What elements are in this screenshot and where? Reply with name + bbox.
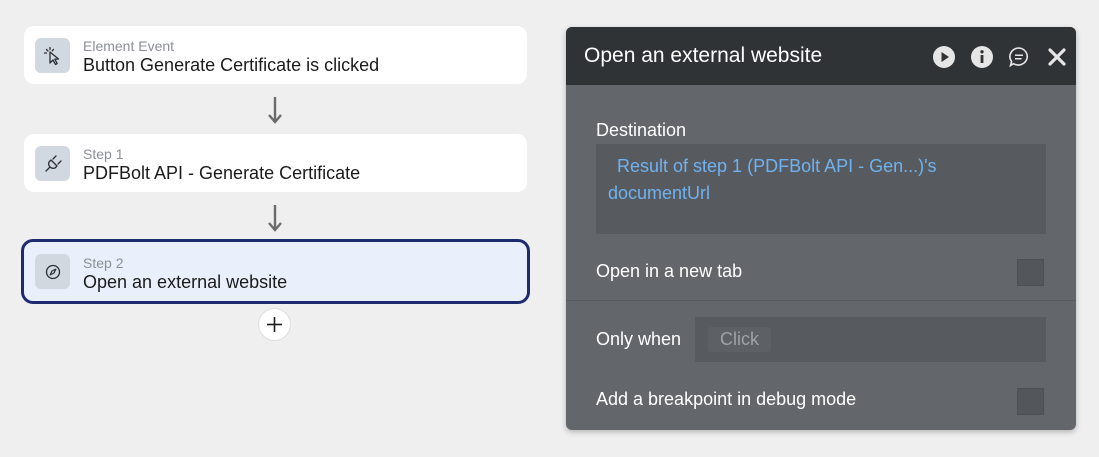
arrow-down-icon bbox=[268, 205, 282, 232]
only-when-label: Only when bbox=[596, 329, 682, 349]
comment-icon[interactable] bbox=[1007, 45, 1031, 69]
panel-title: Open an external website bbox=[584, 44, 823, 67]
destination-expression-line-2: documentUrl bbox=[608, 183, 711, 203]
info-icon[interactable] bbox=[970, 45, 994, 69]
step-2-subtitle: Step 2 bbox=[83, 255, 124, 271]
play-icon[interactable] bbox=[932, 45, 956, 69]
add-step-button[interactable] bbox=[258, 308, 291, 341]
destination-expression-field[interactable]: Result of step 1 (PDFBolt API - Gen...)'… bbox=[596, 144, 1046, 234]
breakpoint-checkbox[interactable] bbox=[1017, 388, 1044, 415]
cursor-click-icon bbox=[35, 38, 70, 73]
event-card[interactable]: Element Event Button Generate Certificat… bbox=[24, 26, 527, 84]
only-when-condition-field[interactable]: Click bbox=[695, 317, 1046, 362]
plus-icon bbox=[267, 317, 282, 332]
event-title: Button Generate Certificate is clicked bbox=[83, 55, 380, 75]
breakpoint-label: Add a breakpoint in debug mode bbox=[596, 389, 857, 409]
compass-icon bbox=[35, 254, 70, 289]
only-when-placeholder: Click bbox=[708, 327, 771, 352]
step-1-subtitle: Step 1 bbox=[83, 146, 124, 162]
plug-icon bbox=[35, 146, 70, 181]
divider bbox=[566, 300, 1076, 301]
destination-label: Destination bbox=[596, 120, 687, 140]
destination-expression-line-1: Result of step 1 (PDFBolt API - Gen...)'… bbox=[617, 156, 937, 176]
step-1-title: PDFBolt API - Generate Certificate bbox=[83, 163, 361, 183]
step-1-card[interactable]: Step 1 PDFBolt API - Generate Certificat… bbox=[24, 134, 527, 192]
step-2-card[interactable]: Step 2 Open an external website bbox=[21, 239, 530, 304]
event-subtitle: Element Event bbox=[83, 38, 175, 54]
close-icon[interactable] bbox=[1045, 45, 1069, 69]
arrow-down-icon bbox=[268, 97, 282, 124]
new-tab-label: Open in a new tab bbox=[596, 261, 743, 281]
panel-header: Open an external website bbox=[566, 27, 1076, 85]
step-2-title: Open an external website bbox=[83, 272, 288, 292]
new-tab-checkbox[interactable] bbox=[1017, 259, 1044, 286]
action-property-panel: Open an external website Destination Res… bbox=[566, 27, 1076, 430]
